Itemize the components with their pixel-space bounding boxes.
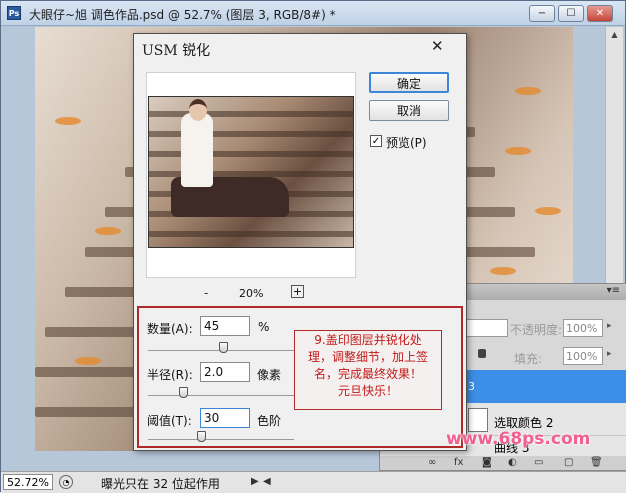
opacity-field[interactable]: 100% [563,319,603,337]
new-group-icon[interactable]: ▭ [534,457,543,468]
threshold-slider-track[interactable] [148,439,294,440]
layer-style-icon[interactable]: fx [454,457,463,468]
zoom-level-field[interactable]: 52.72% [3,474,53,490]
amount-slider-thumb[interactable] [219,342,228,353]
opacity-dropdown-icon[interactable]: ▸ [607,321,612,331]
radius-input[interactable]: 2.0 [200,362,250,382]
threshold-unit: 色阶 [257,414,282,428]
preview-image[interactable] [148,96,354,248]
zoom-out-button[interactable]: - [204,286,208,300]
fill-field[interactable]: 100% [563,347,603,365]
zoom-in-button[interactable]: + [291,285,304,298]
minimize-button[interactable]: − [529,5,555,22]
amount-input[interactable]: 45 [200,316,250,336]
photoshop-app-icon: Ps [7,6,21,20]
radius-unit: 像素 [257,368,282,382]
preview-figure-head [189,99,207,121]
radius-slider-track[interactable] [148,395,294,396]
ok-button[interactable]: 确定 [369,72,449,93]
layers-footer: ∞ fx ◙ ◐ ▭ ▢ 🗑 [380,456,626,470]
dialog-close-icon[interactable]: ✕ [431,37,444,55]
layer-mask-icon[interactable]: ◙ [482,457,492,468]
radius-label: 半径(R): [147,368,193,382]
amount-label: 数量(A): [147,322,193,336]
layer-name: 3 [468,380,475,393]
status-text: 曝光只在 32 位起作用 [101,477,220,491]
note-line: 名，完成最终效果！ [313,367,422,381]
panel-menu-icon[interactable]: ▾≡ [607,285,620,296]
close-window-button[interactable]: ✕ [587,5,613,22]
lock-icon[interactable] [478,349,486,358]
scroll-left-icon[interactable]: ◀ [263,476,271,487]
note-line: 元旦快乐！ [337,384,398,398]
fill-dropdown-icon[interactable]: ▸ [607,349,612,359]
adjustment-layer-icon[interactable]: ◐ [508,457,517,468]
status-info-icon[interactable]: ◔ [59,475,73,489]
annotation-note: 9.盖印图层并锐化处 理，调整细节，加上签 名，完成最终效果！ 元旦快乐！ [294,330,442,410]
threshold-slider-thumb[interactable] [197,431,206,442]
scroll-up-icon[interactable]: ▲ [609,30,620,41]
document-window: Ps 大眼仔~旭 调色作品.psd @ 52.7% (图层 3, RGB/8#)… [0,0,626,493]
preview-zoom-value: 20% [239,287,264,300]
usm-sharpen-dialog: USM 锐化 ✕ - 20% + 确定 取消 ✓ 预览(P) 数量(A): 45… [133,33,467,451]
dialog-title: USM 锐化 [142,43,211,59]
window-title: 大眼仔~旭 调色作品.psd @ 52.7% (图层 3, RGB/8#) * [29,8,336,22]
radius-slider-thumb[interactable] [179,387,188,398]
fill-label: 填充: [514,352,543,366]
site-watermark: www.68ps.com [446,429,591,449]
preview-checkbox-label: 预览(P) [386,136,427,150]
note-line: 9.盖印图层并锐化处 [314,333,422,347]
status-menu-arrow-icon[interactable]: ▶ [251,476,259,487]
amount-unit: % [258,320,270,334]
note-line: 理，调整细节，加上签 [307,350,428,364]
delete-layer-icon[interactable]: 🗑 [590,457,603,468]
threshold-input[interactable]: 30 [200,408,250,428]
opacity-label: 不透明度: [510,323,563,337]
cancel-button[interactable]: 取消 [369,100,449,121]
maximize-button[interactable]: ☐ [558,5,584,22]
preview-checkbox[interactable]: ✓ [370,135,382,147]
new-layer-icon[interactable]: ▢ [564,457,573,468]
title-bar[interactable]: Ps 大眼仔~旭 调色作品.psd @ 52.7% (图层 3, RGB/8#)… [1,1,625,26]
status-bar: 52.72% ◔ 曝光只在 32 位起作用 ▶ ◀ [1,471,626,493]
link-layers-icon[interactable]: ∞ [428,457,436,468]
preview-figure-body [181,113,213,187]
threshold-label: 阈值(T): [147,414,192,428]
